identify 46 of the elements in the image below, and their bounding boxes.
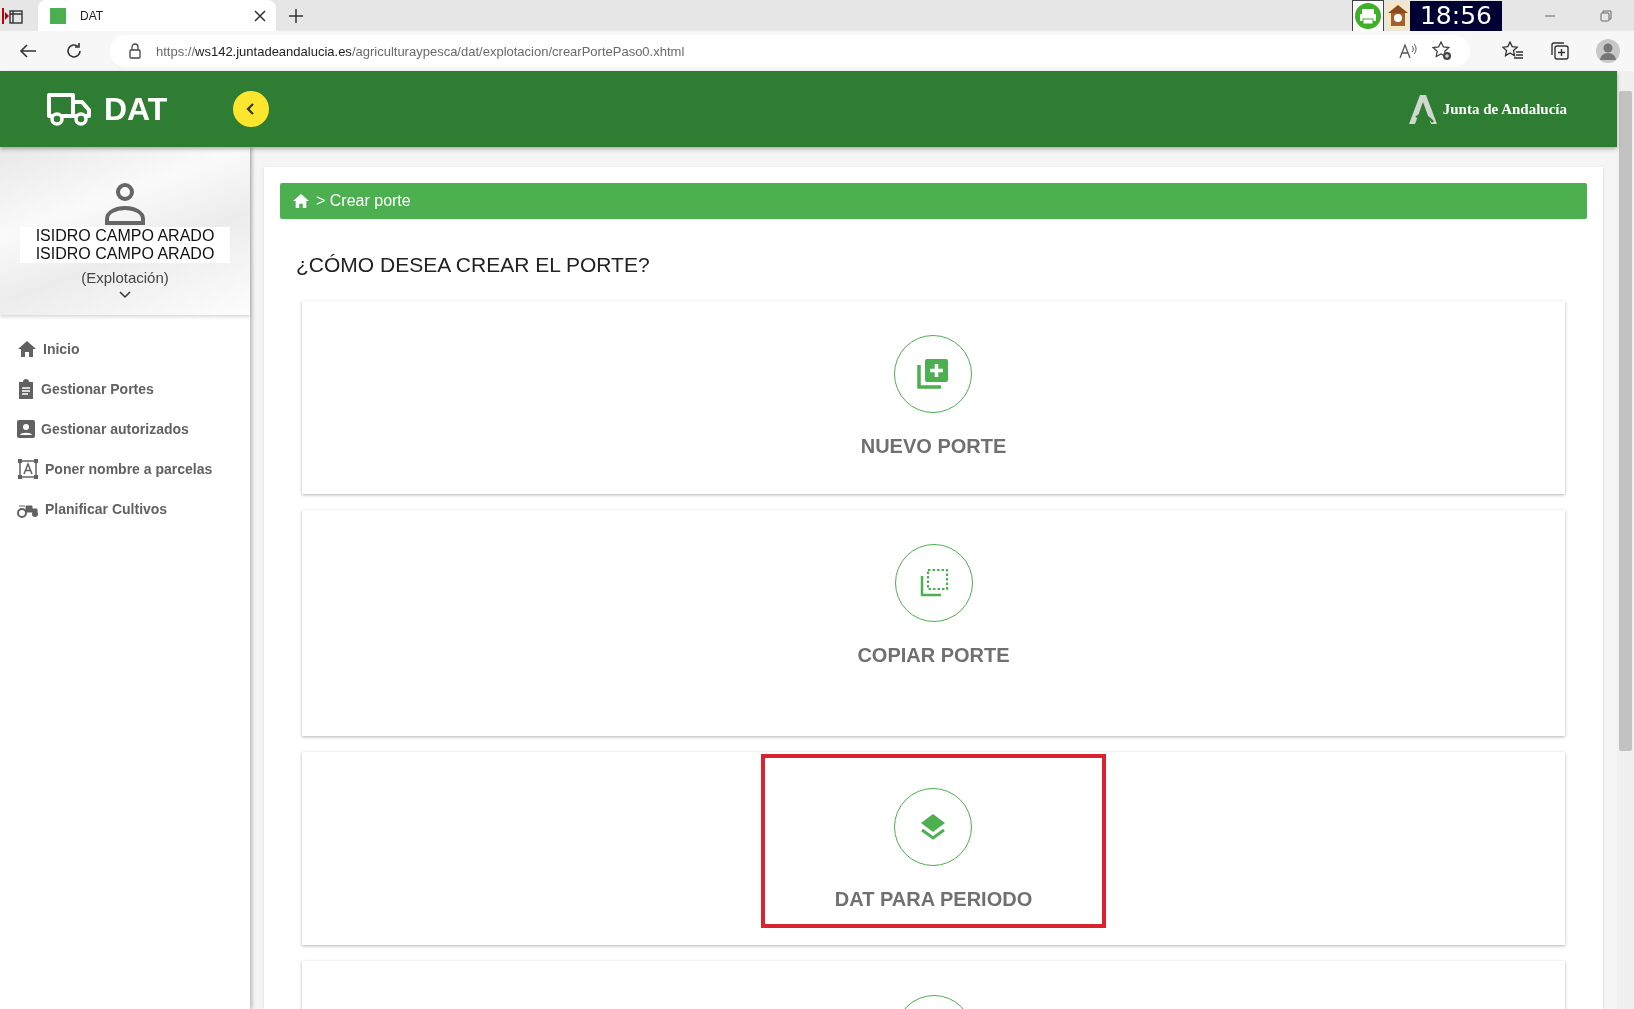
text-frame-icon <box>17 458 39 480</box>
home-icon <box>17 340 37 358</box>
home-icon[interactable] <box>292 193 310 209</box>
reload-icon[interactable] <box>64 41 84 61</box>
option-card[interactable]: COPIAR PORTE <box>302 510 1565 736</box>
profile-avatar-icon[interactable] <box>1596 39 1620 63</box>
address-bar[interactable]: https://ws142.juntadeandalucia.es/agriculturaypesca/dat/explotacion/crearPortePaso0.xhtml <box>110 35 1470 67</box>
user-name: ISIDRO CAMPO ARADO <box>35 245 215 263</box>
option-label: DAT PARA PERIODO <box>834 888 1033 911</box>
option-label: NUEVO PORTE <box>860 435 1007 458</box>
option-card[interactable]: DAT PARA PERIODO <box>302 752 1565 945</box>
close-icon[interactable] <box>254 9 266 22</box>
menu-item[interactable]: Planificar Cultivos <box>0 489 250 529</box>
user-role: (Explotación) <box>81 269 169 286</box>
url-text: https://ws142.juntadeandalucia.es/agriculturaypesca/dat/explotacion/crearPortePaso0.xhtml <box>156 43 685 59</box>
breadcrumb-current: > Crear porte <box>316 192 411 210</box>
scrollbar[interactable] <box>1617 71 1634 1009</box>
junta-logo-icon <box>1406 93 1439 125</box>
option-label: COPIAR PORTE <box>857 644 1010 667</box>
printer-icon[interactable] <box>1351 0 1384 32</box>
page-title: ¿CÓMO DESEA CREAR EL PORTE? <box>296 253 651 277</box>
user-icon <box>103 181 147 225</box>
menu-item[interactable]: Gestionar Portes <box>0 369 250 409</box>
clock-time: 18:56 <box>1409 0 1502 31</box>
app-name: DAT <box>104 90 168 128</box>
lock-icon <box>128 43 142 59</box>
favorites-icon[interactable] <box>1502 41 1524 61</box>
menu-item[interactable]: Inicio <box>0 329 250 369</box>
menu-item[interactable]: Poner nombre a parcelas <box>0 449 250 489</box>
menu-item[interactable]: Gestionar autorizados <box>0 409 250 449</box>
restore-icon[interactable] <box>1600 9 1612 22</box>
collapse-sidebar-button[interactable] <box>233 91 269 127</box>
read-aloud-icon[interactable] <box>1398 42 1418 60</box>
window-icon[interactable] <box>2 5 24 26</box>
option-card[interactable]: NUEVO PORTE <box>302 301 1565 494</box>
chevron-down-icon[interactable] <box>119 290 131 300</box>
favorite-add-icon[interactable] <box>1432 41 1452 61</box>
browser-tab[interactable]: DAT <box>38 0 276 31</box>
person-card-icon <box>17 420 35 438</box>
user-name: ISIDRO CAMPO ARADO <box>35 227 215 245</box>
favicon-icon <box>50 7 66 24</box>
brand-name: Junta de Andalucía <box>1442 100 1567 118</box>
collections-icon[interactable] <box>1550 41 1570 61</box>
clipboard-icon <box>17 379 35 399</box>
new-tab-icon[interactable] <box>288 7 304 24</box>
truck-icon <box>46 92 92 126</box>
